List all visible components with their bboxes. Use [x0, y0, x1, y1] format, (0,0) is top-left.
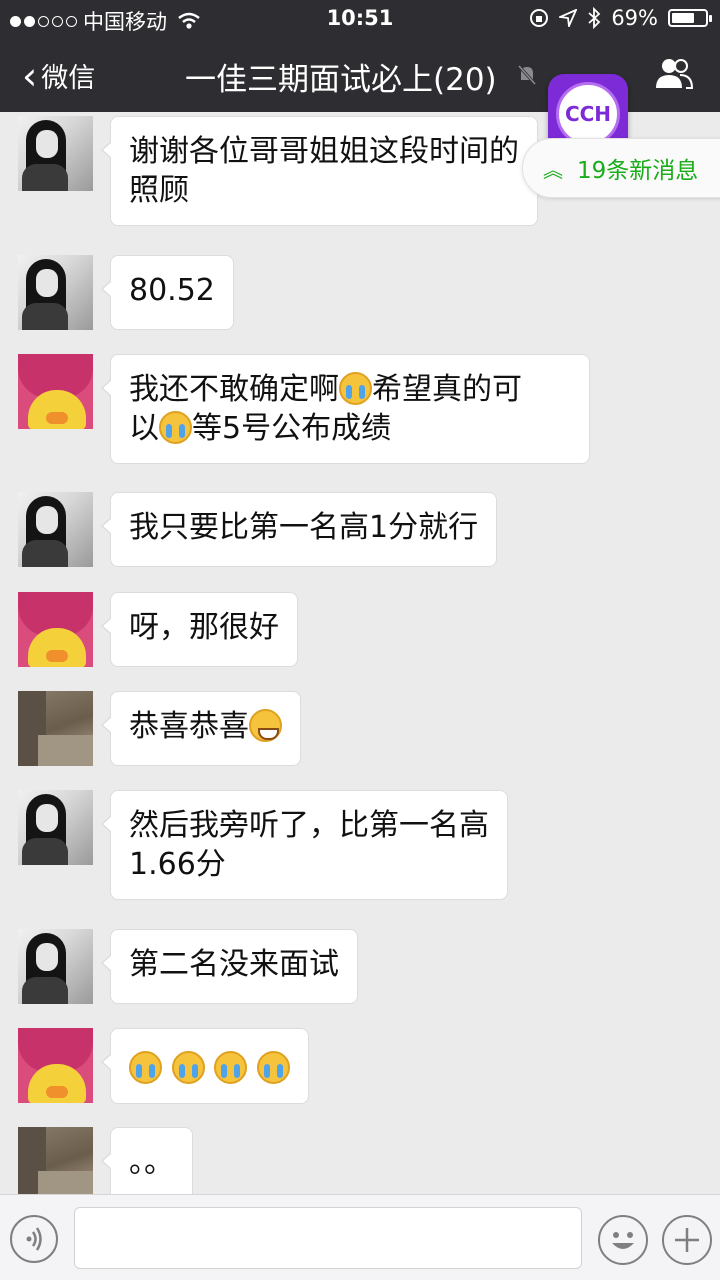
plus-icon [675, 1228, 699, 1252]
crying-emoji-icon [214, 1051, 248, 1084]
rotation-lock-icon [530, 9, 549, 27]
back-label: 微信 [41, 63, 96, 94]
message-row: 恭喜恭喜 [18, 691, 301, 766]
smile-icon [612, 1232, 634, 1249]
message-row: 。。 [18, 1127, 193, 1194]
chevron-left-icon: ‹ [22, 53, 38, 98]
app-logo: CCH [556, 82, 620, 146]
message-input[interactable] [74, 1207, 582, 1269]
message-row: 我只要比第一名高1分就行 [18, 492, 498, 567]
avatar[interactable] [18, 354, 93, 429]
avatar[interactable] [18, 929, 93, 1004]
voice-input-button[interactable] [10, 1215, 58, 1263]
avatar[interactable] [18, 1127, 93, 1194]
message-bubble[interactable] [101, 1028, 309, 1104]
emoji-button[interactable] [598, 1215, 648, 1265]
message-bubble[interactable]: 80.52 [101, 255, 234, 330]
message-bubble[interactable]: 我只要比第一名高1分就行 [100, 492, 498, 567]
crying-emoji-icon [256, 1051, 290, 1084]
crying-emoji-icon [339, 372, 372, 405]
message-bubble[interactable]: 然后我旁听了，比第一名高 1.66分 [101, 790, 508, 900]
input-bar [0, 1194, 720, 1280]
avatar[interactable] [18, 592, 93, 667]
grin-emoji-icon [249, 709, 282, 742]
back-button[interactable]: ‹ 微信 [22, 56, 95, 95]
bluetooth-icon [588, 7, 601, 29]
location-icon [559, 9, 578, 27]
avatar[interactable] [18, 790, 93, 865]
avatar[interactable] [18, 691, 93, 766]
chat-area[interactable]: 谢谢各位哥哥姐姐这段时间的 照顾 80.52 我还不敢确定啊 希望真的可 以等5号… [0, 112, 720, 1194]
message-bubble[interactable]: 。。 [101, 1127, 193, 1194]
message-bubble[interactable]: 谢谢各位哥哥姐姐这段时间的 照顾 [101, 116, 538, 226]
avatar[interactable] [18, 492, 93, 567]
battery-icon [668, 9, 712, 27]
battery-percent: 69% [611, 6, 658, 30]
crying-emoji-icon [159, 411, 192, 444]
message-row: 第二名没来面试 [18, 929, 358, 1004]
status-bar: 中国移动 10:51 69% [0, 0, 720, 38]
message-row [18, 1028, 309, 1104]
new-messages-label: 19条新消息 [577, 158, 699, 184]
avatar[interactable] [18, 116, 93, 191]
avatar[interactable] [18, 1028, 93, 1103]
crying-emoji-icon [129, 1051, 162, 1084]
message-row: 然后我旁听了，比第一名高 1.66分 [18, 790, 508, 900]
message-row: 80.52 [18, 255, 234, 330]
voice-icon [26, 1227, 42, 1251]
message-row: 我还不敢确定啊 希望真的可 以等5号公布成绩 [18, 354, 590, 464]
mute-icon [517, 65, 537, 85]
message-bubble[interactable]: 我还不敢确定啊 希望真的可 以等5号公布成绩 [101, 354, 590, 464]
more-options-button[interactable] [662, 1215, 712, 1265]
message-bubble[interactable]: 恭喜恭喜 [101, 691, 301, 766]
new-messages-button[interactable]: ︽ 19条新消息 [522, 138, 720, 198]
message-row: 谢谢各位哥哥姐姐这段时间的 照顾 [18, 116, 538, 226]
message-bubble[interactable]: 第二名没来面试 [101, 929, 358, 1004]
chat-title: 一佳三期面试必上(20) [185, 62, 497, 98]
avatar[interactable] [18, 255, 93, 330]
message-row: 呀，那很好 [18, 592, 298, 667]
crying-emoji-icon [171, 1051, 205, 1084]
group-members-icon[interactable] [654, 56, 694, 90]
message-bubble[interactable]: 呀，那很好 [101, 592, 298, 667]
double-chevron-up-icon: ︽ [543, 157, 563, 182]
